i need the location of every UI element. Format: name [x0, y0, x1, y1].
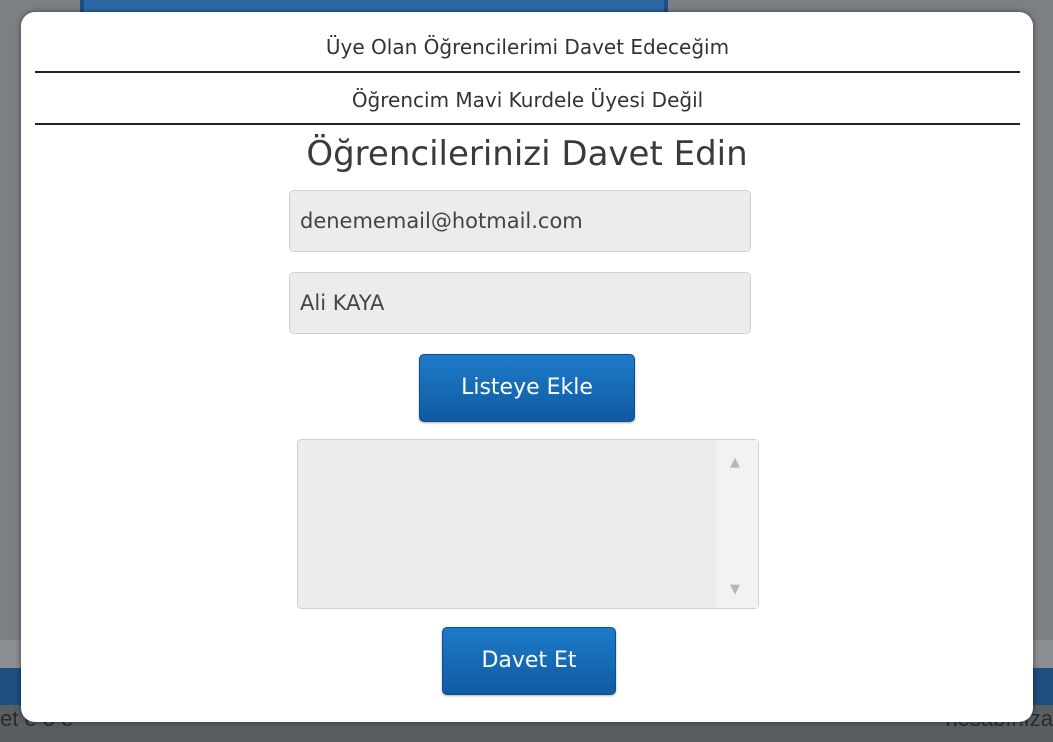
add-to-list-button[interactable]: Listeye Ekle — [419, 354, 635, 422]
scroll-down-icon[interactable]: ▼ — [730, 583, 740, 596]
scroll-up-icon[interactable]: ▲ — [730, 456, 740, 469]
name-field[interactable] — [289, 272, 751, 334]
invite-list[interactable]: ▲ ▼ — [297, 439, 759, 609]
option-not-member[interactable]: Öğrencim Mavi Kurdele Üyesi Değil — [35, 75, 1020, 125]
invite-modal: Üye Olan Öğrencilerimi Davet Edeceğim Öğ… — [21, 12, 1033, 722]
list-scrollbar[interactable]: ▲ ▼ — [716, 440, 758, 608]
modal-title: Öğrencilerinizi Davet Edin — [306, 134, 748, 174]
option-invite-members[interactable]: Üye Olan Öğrencilerimi Davet Edeceğim — [35, 24, 1020, 73]
email-field[interactable] — [289, 190, 751, 252]
invite-button[interactable]: Davet Et — [442, 627, 616, 695]
